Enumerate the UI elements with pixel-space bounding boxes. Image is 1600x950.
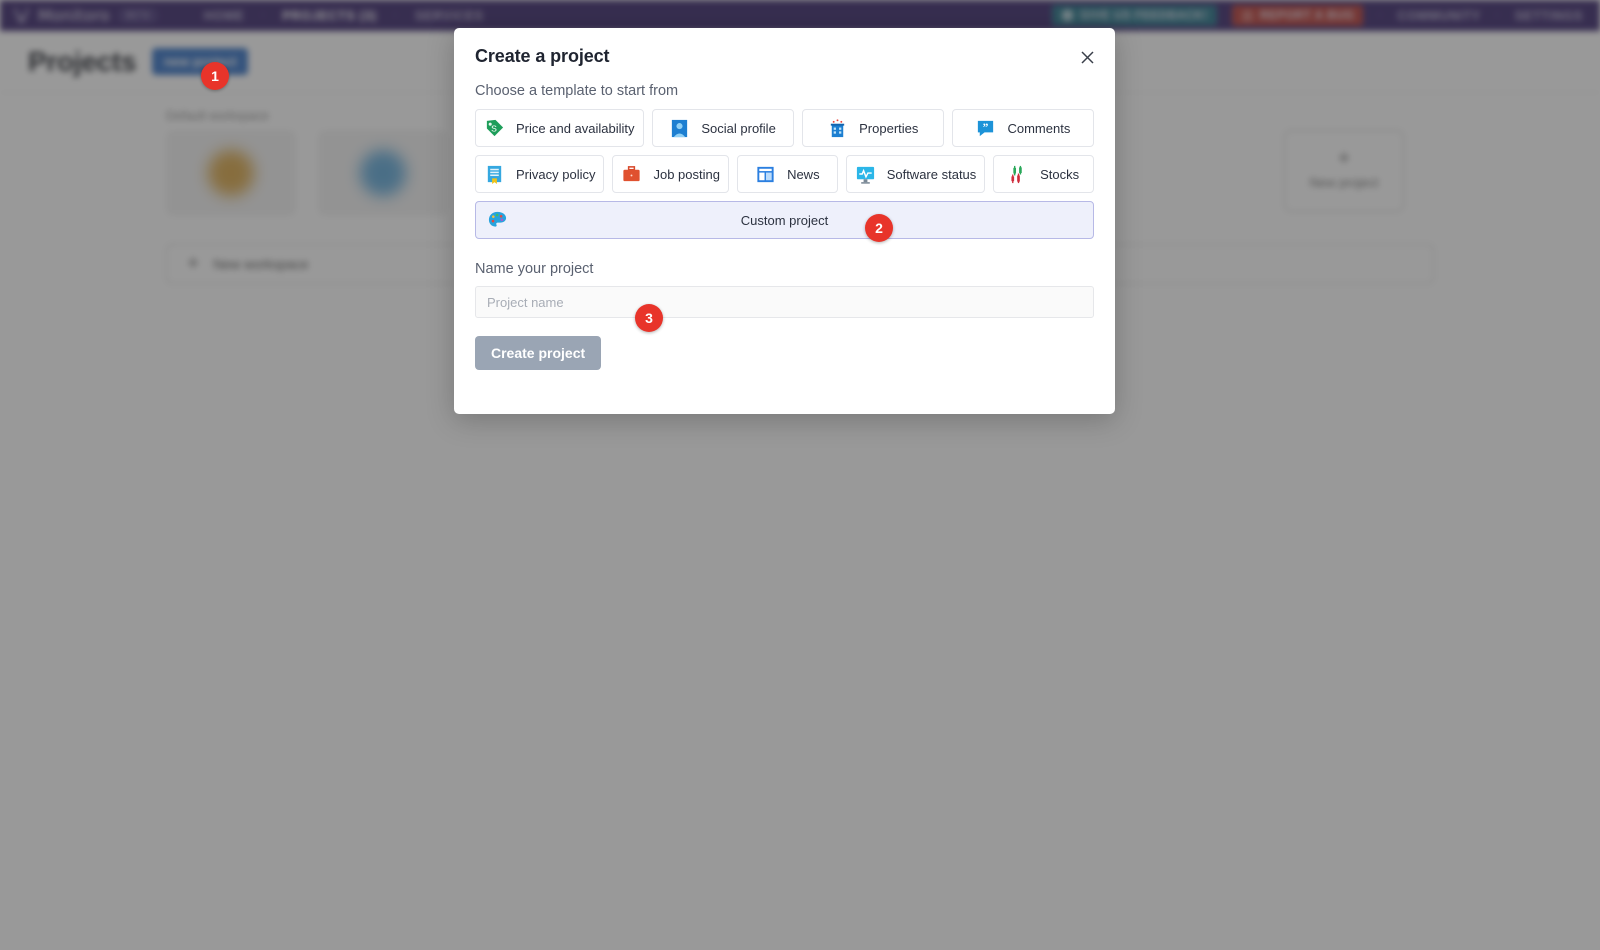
template-social-profile[interactable]: Social profile — [651, 109, 794, 147]
template-stocks[interactable]: Stocks — [993, 155, 1095, 193]
building-icon — [830, 118, 845, 137]
svg-text:S: S — [491, 123, 497, 133]
user-portrait-icon — [672, 119, 688, 137]
create-project-button[interactable]: Create project — [475, 336, 602, 370]
template-label: Software status — [886, 166, 977, 182]
price-tag-icon: S — [486, 119, 504, 136]
template-label: Job posting — [653, 166, 720, 182]
template-label: News — [787, 166, 820, 182]
template-label: Price and availability — [516, 120, 635, 136]
template-software-status[interactable]: Software status — [845, 155, 986, 193]
name-section-label: Name your project — [475, 261, 594, 277]
close-icon — [1080, 50, 1094, 64]
svg-text:”: ” — [983, 121, 989, 133]
template-properties[interactable]: Properties — [801, 109, 944, 147]
candlestick-icon — [1011, 165, 1022, 183]
annotation-badge-3: 3 — [635, 304, 663, 332]
template-row-1: S Price and availability Social profile — [475, 109, 1094, 147]
create-project-modal: Create a project Choose a template to st… — [454, 28, 1115, 414]
project-name-input[interactable] — [475, 286, 1094, 318]
template-label: Privacy policy — [516, 166, 596, 182]
custom-project-template[interactable]: Custom project — [475, 201, 1094, 239]
annotation-badge-1: 1 — [201, 62, 229, 90]
template-section-label: Choose a template to start from — [475, 83, 679, 99]
template-privacy-policy[interactable]: Privacy policy — [475, 155, 605, 193]
template-news[interactable]: News — [736, 155, 838, 193]
template-label: Comments — [1007, 120, 1071, 136]
template-price-and-availability[interactable]: S Price and availability — [475, 109, 644, 147]
template-job-posting[interactable]: Job posting — [612, 155, 729, 193]
template-label: Stocks — [1040, 166, 1080, 182]
document-icon — [487, 165, 502, 184]
monitor-pulse-icon — [856, 166, 874, 184]
template-comments[interactable]: ” Comments — [951, 109, 1094, 147]
template-label: Properties — [859, 120, 919, 136]
layout-icon — [757, 166, 774, 182]
briefcase-icon — [623, 165, 641, 181]
palette-icon — [488, 211, 507, 227]
close-button[interactable] — [1076, 46, 1098, 68]
custom-project-label: Custom project — [740, 212, 829, 228]
annotation-badge-2: 2 — [865, 214, 893, 242]
template-label: Social profile — [701, 120, 776, 136]
quote-bubble-icon: ” — [978, 120, 994, 136]
template-row-2: Privacy policy Job posting News Software… — [475, 155, 1095, 193]
modal-title: Create a project — [475, 46, 610, 66]
